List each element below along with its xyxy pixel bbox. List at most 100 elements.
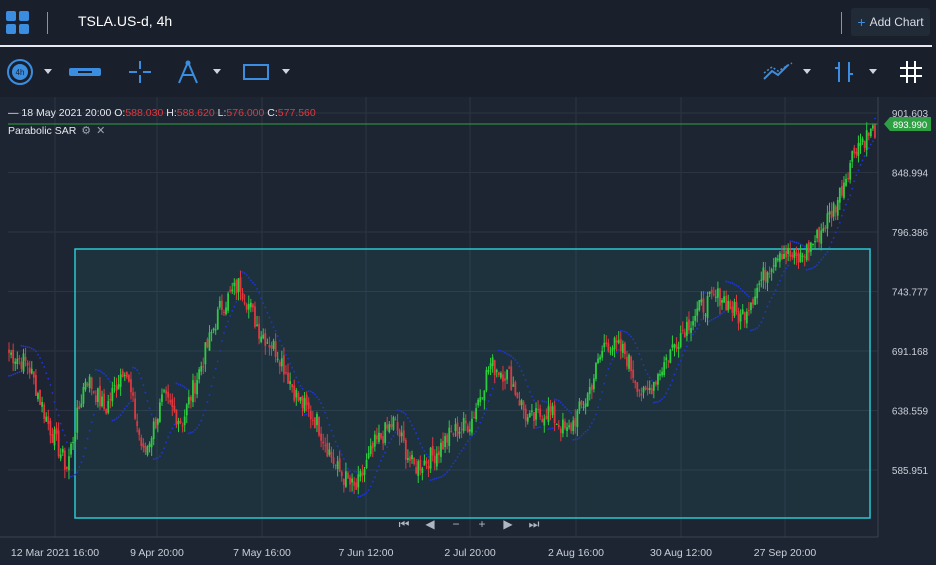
candle-body	[225, 307, 227, 315]
candle-body	[369, 445, 372, 455]
candle-body	[227, 293, 229, 311]
chart-style-caret-icon[interactable]	[869, 69, 877, 74]
go-last-button[interactable]: ⏭	[526, 517, 542, 532]
candle-body	[161, 394, 163, 402]
candle-body	[373, 434, 376, 447]
sar-point	[123, 407, 126, 410]
sar-point	[276, 335, 279, 337]
candle-body	[597, 358, 599, 363]
go-first-button[interactable]: ⏮	[396, 517, 412, 532]
fibonacci-tool-button[interactable]	[176, 47, 200, 97]
sar-point	[417, 437, 420, 440]
zoom-in-button[interactable]: +	[474, 517, 490, 532]
crosshair-button[interactable]	[128, 47, 152, 97]
sar-point	[487, 400, 490, 403]
candle-body	[551, 406, 554, 416]
sar-point	[655, 401, 657, 404]
zoom-out-button[interactable]: −	[448, 517, 464, 532]
chart-tab[interactable]: TSLA.US-d, 4h	[78, 13, 172, 29]
sar-point	[516, 361, 519, 364]
candle-body	[173, 405, 176, 412]
sar-point	[764, 310, 767, 313]
sar-point	[442, 474, 444, 477]
candle-body	[700, 299, 703, 303]
price-chart[interactable]: 901.603848.994796.386743.777691.168638.5…	[0, 97, 936, 560]
sar-point	[774, 289, 777, 291]
candle-body	[43, 404, 46, 419]
settings-icon[interactable]: ⚙	[81, 124, 91, 137]
candle-body	[514, 382, 517, 395]
sar-point	[673, 373, 676, 376]
candle-body	[409, 456, 411, 461]
time-tick-label: 9 Apr 20:00	[130, 547, 184, 559]
add-chart-button[interactable]: + Add Chart	[851, 8, 930, 36]
candle-body	[729, 301, 732, 309]
sar-point	[373, 476, 376, 479]
scroll-left-button[interactable]: ◀	[422, 517, 438, 532]
candle-body	[204, 342, 207, 365]
fibonacci-caret-icon[interactable]	[213, 69, 221, 74]
timeframe-button[interactable]: 4h	[6, 47, 34, 97]
line-tool-button[interactable]	[68, 47, 102, 97]
indicators-button[interactable]	[762, 47, 794, 97]
sar-point	[196, 426, 199, 429]
candle-body	[566, 427, 568, 431]
sar-point	[814, 265, 816, 268]
candle-body	[526, 417, 529, 422]
sar-point	[117, 416, 120, 418]
sar-point	[807, 268, 810, 271]
rectangle-tool-button[interactable]	[242, 47, 270, 97]
candle-body	[750, 302, 752, 310]
rectangle-tool-icon	[243, 64, 269, 80]
candle-body	[628, 354, 630, 369]
candle-body	[748, 310, 750, 312]
candle-body	[74, 434, 77, 442]
chart-area[interactable]: 901.603 848.994 796.386 743.777 691.168 638.5…	[0, 97, 936, 560]
candle-body	[266, 342, 269, 344]
indicators-caret-icon[interactable]	[803, 69, 811, 74]
candle-body	[376, 435, 378, 440]
close-icon[interactable]: ✕	[96, 124, 105, 137]
candle-body	[584, 403, 587, 408]
candle-body	[303, 398, 306, 412]
sar-point	[359, 495, 362, 498]
sar-point	[874, 117, 876, 120]
candle-body	[603, 342, 606, 348]
candle-body	[497, 372, 500, 376]
sar-point	[743, 291, 746, 294]
sar-point	[187, 432, 190, 435]
candle-body	[615, 340, 618, 343]
price-tick-label: 691.168	[892, 347, 929, 358]
sar-point	[37, 353, 39, 356]
sar-point	[349, 470, 351, 473]
sar-point	[733, 283, 736, 286]
candle-body	[440, 442, 442, 457]
sar-point	[20, 344, 23, 347]
candle-body	[332, 457, 335, 465]
candle-body	[198, 369, 201, 380]
sar-point	[708, 320, 711, 322]
sar-point	[208, 394, 211, 396]
sar-point	[140, 377, 143, 380]
candle-body	[12, 349, 15, 364]
sar-point	[644, 369, 647, 371]
chart-style-button[interactable]	[834, 47, 854, 97]
candle-body	[70, 443, 72, 455]
scroll-right-button[interactable]: ▶	[500, 517, 516, 532]
sar-point	[78, 466, 81, 468]
candle-body	[795, 252, 798, 257]
grid-toggle-button[interactable]	[898, 47, 924, 97]
layout-grid-icon[interactable]	[6, 11, 30, 35]
candle-body	[485, 370, 488, 391]
sar-point	[103, 372, 105, 375]
sar-point	[287, 357, 289, 360]
candle-body	[580, 400, 583, 406]
sar-point	[80, 461, 83, 464]
candle-body	[37, 393, 39, 400]
timeframe-caret-icon[interactable]	[44, 69, 52, 74]
sar-point	[119, 414, 122, 417]
rectangle-caret-icon[interactable]	[282, 69, 290, 74]
candle-body	[632, 369, 635, 378]
sar-point	[99, 370, 101, 372]
candle-body	[221, 300, 223, 311]
